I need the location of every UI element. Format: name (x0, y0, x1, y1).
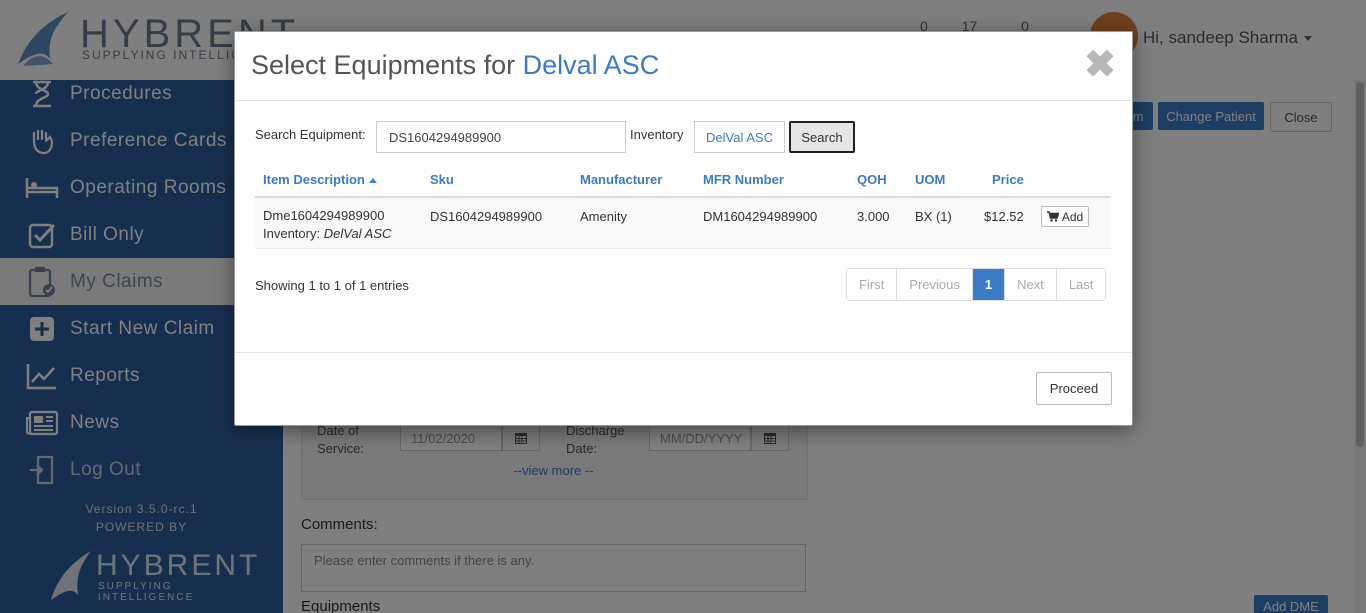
search-equipment-label: Search Equipment: (255, 127, 366, 142)
sort-asc-icon (368, 178, 377, 184)
item-inventory: Inventory: DelVal ASC (263, 225, 391, 243)
search-button[interactable]: Search (789, 121, 855, 153)
cart-icon (1046, 211, 1059, 222)
modal-title-facility: Delval ASC (522, 50, 660, 80)
inventory-selector[interactable]: DelVal ASC (694, 121, 785, 153)
page-next[interactable]: Next (1005, 269, 1057, 300)
col-mfr-number[interactable]: MFR Number (703, 172, 784, 187)
modal-title: Select Equipments for Delval ASC (251, 50, 659, 81)
cell-mfr-number: DM1604294989900 (703, 209, 818, 224)
table-header: Item Description Sku Manufacturer MFR Nu… (255, 164, 1111, 198)
col-item-description[interactable]: Item Description (263, 172, 377, 187)
col-qoh[interactable]: QOH (857, 172, 887, 187)
page-previous[interactable]: Previous (897, 269, 973, 300)
page-current[interactable]: 1 (972, 269, 1006, 300)
modal-title-prefix: Select Equipments for (251, 50, 523, 80)
cell-uom: BX (1) (915, 209, 952, 224)
select-equipments-modal: Select Equipments for Delval ASC ✖ Searc… (234, 31, 1133, 426)
modal-header: Select Equipments for Delval ASC ✖ (235, 32, 1132, 101)
col-price[interactable]: Price (992, 172, 1024, 187)
page-last[interactable]: Last (1056, 269, 1106, 300)
col-uom[interactable]: UOM (915, 172, 945, 187)
cell-sku: DS1604294989900 (430, 209, 543, 224)
table-row: Dme1604294989900 Inventory: DelVal ASC D… (255, 198, 1111, 249)
inventory-name: DelVal ASC (323, 226, 392, 241)
add-item-button[interactable]: Add (1041, 206, 1089, 227)
pagination: First Previous 1 Next Last (846, 268, 1107, 301)
col-manufacturer[interactable]: Manufacturer (580, 172, 662, 187)
inventory-label: Inventory (630, 127, 684, 142)
col-label: Item Description (263, 172, 365, 187)
cell-manufacturer: Amenity (580, 209, 627, 224)
cell-qoh: 3.000 (857, 209, 890, 224)
add-label: Add (1061, 209, 1084, 224)
col-sku[interactable]: Sku (430, 172, 454, 187)
cell-description: Dme1604294989900 Inventory: DelVal ASC (263, 207, 391, 243)
cell-price: $12.52 (984, 209, 1024, 224)
modal-footer: Proceed (235, 352, 1132, 426)
inventory-prefix: Inventory: (263, 226, 321, 241)
search-equipment-input[interactable]: DS1604294989900 (376, 121, 626, 153)
page-first[interactable]: First (847, 269, 898, 300)
close-icon[interactable]: ✖ (1084, 46, 1116, 84)
proceed-button[interactable]: Proceed (1036, 372, 1112, 405)
entries-info: Showing 1 to 1 of 1 entries (255, 278, 409, 293)
item-description: Dme1604294989900 (263, 208, 385, 223)
